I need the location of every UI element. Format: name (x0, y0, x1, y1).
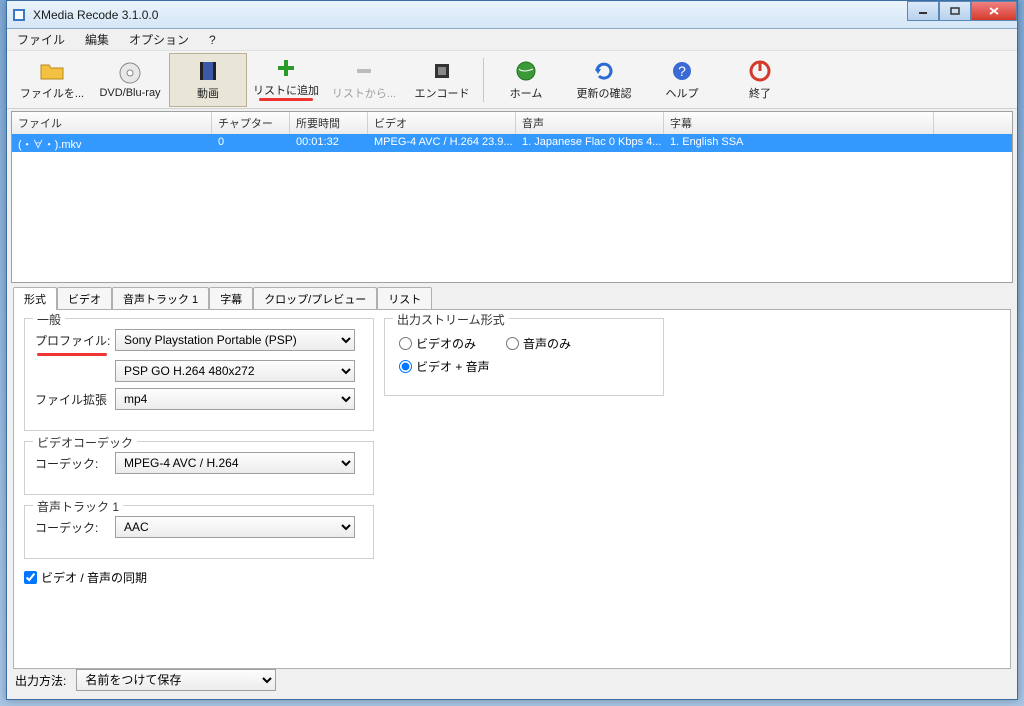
ext-label: ファイル拡張 (35, 391, 115, 408)
file-list-row[interactable]: (・∀・).mkv 0 00:01:32 MPEG-4 AVC / H.264 … (12, 134, 1012, 152)
menu-edit[interactable]: 編集 (81, 29, 113, 50)
refresh-icon (591, 59, 617, 83)
annotation-underline (259, 98, 313, 101)
home-button[interactable]: ホーム (487, 53, 565, 107)
audio-only-radio[interactable]: 音声のみ (506, 335, 571, 352)
tab-video[interactable]: ビデオ (57, 287, 112, 310)
tab-audio1[interactable]: 音声トラック 1 (112, 287, 209, 310)
encode-button[interactable]: エンコード (403, 53, 481, 107)
video-only-radio[interactable]: ビデオのみ (399, 335, 476, 352)
video-button[interactable]: 動画 (169, 53, 247, 107)
col-header-video[interactable]: ビデオ (368, 112, 516, 134)
col-header-audio[interactable]: 音声 (516, 112, 664, 134)
svg-text:?: ? (678, 63, 686, 79)
audio-track-title: 音声トラック 1 (33, 498, 123, 515)
exit-button[interactable]: 終了 (721, 53, 799, 107)
toolbar-separator (483, 58, 485, 102)
cell-sub: 1. English SSA (664, 134, 934, 152)
cell-audio: 1. Japanese Flac 0 Kbps 4... (516, 134, 664, 152)
sync-check-row: ビデオ / 音声の同期 (24, 569, 374, 586)
menu-help[interactable]: ? (205, 31, 220, 49)
folder-open-icon (39, 59, 65, 83)
cell-video: MPEG-4 AVC / H.264 23.9... (368, 134, 516, 152)
video-codec-label: コーデック: (35, 455, 115, 472)
file-list-header: ファイル チャプター 所要時間 ビデオ 音声 字幕 (12, 112, 1012, 134)
tab-sub[interactable]: 字幕 (209, 287, 253, 310)
app-icon (11, 7, 27, 23)
file-list: ファイル チャプター 所要時間 ビデオ 音声 字幕 (・∀・).mkv 0 00… (11, 111, 1013, 283)
general-group: 一般 プロファイル: Sony Playstation Portable (PS… (24, 318, 374, 431)
disc-icon (117, 61, 143, 85)
film-icon (195, 59, 221, 83)
menu-options[interactable]: オプション (125, 29, 193, 50)
video-codec-select[interactable]: MPEG-4 AVC / H.264 (115, 452, 355, 474)
window-buttons (907, 1, 1017, 21)
cell-chapter: 0 (212, 134, 290, 152)
open-file-button[interactable]: ファイルを... (13, 53, 91, 107)
toolbar: ファイルを... DVD/Blu-ray 動画 リストに追加 リストから. (7, 51, 1017, 109)
plus-icon (273, 56, 299, 80)
power-icon (747, 59, 773, 83)
help-icon: ? (669, 59, 695, 83)
menu-file[interactable]: ファイル (13, 29, 69, 50)
remove-from-list-button[interactable]: リストから... (325, 53, 403, 107)
video-audio-radio[interactable]: ビデオ + 音声 (399, 358, 490, 375)
output-method-label: 出力方法: (15, 672, 66, 689)
globe-icon (513, 59, 539, 83)
audio-track-group: 音声トラック 1 コーデック: AAC (24, 505, 374, 559)
output-method-select[interactable]: 名前をつけて保存 (76, 669, 276, 691)
app-window: XMedia Recode 3.1.0.0 ファイル 編集 オプション ? ファ… (6, 0, 1018, 700)
footer: 出力方法: 名前をつけて保存 (15, 669, 276, 691)
sync-checkbox[interactable] (24, 571, 37, 584)
output-stream-group: 出力ストリーム形式 ビデオのみ 音声のみ ビデオ + 音声 (384, 318, 664, 396)
help-button[interactable]: ? ヘルプ (643, 53, 721, 107)
cell-file: (・∀・).mkv (12, 134, 212, 152)
menubar: ファイル 編集 オプション ? (7, 29, 1017, 51)
minimize-button[interactable] (907, 1, 939, 21)
tab-list[interactable]: リスト (377, 287, 432, 310)
profile-label: プロファイル: (35, 332, 115, 349)
sub-profile-select[interactable]: PSP GO H.264 480x272 (115, 360, 355, 382)
profile-select[interactable]: Sony Playstation Portable (PSP) (115, 329, 355, 351)
col-header-file[interactable]: ファイル (12, 112, 212, 134)
tab-crop[interactable]: クロップ/プレビュー (253, 287, 377, 310)
ext-select[interactable]: mp4 (115, 388, 355, 410)
minus-icon (351, 59, 377, 83)
cell-time: 00:01:32 (290, 134, 368, 152)
col-header-sub[interactable]: 字幕 (664, 112, 934, 134)
encode-icon (429, 59, 455, 83)
video-codec-group: ビデオコーデック コーデック: MPEG-4 AVC / H.264 (24, 441, 374, 495)
audio-codec-select[interactable]: AAC (115, 516, 355, 538)
tab-format[interactable]: 形式 (13, 287, 57, 310)
annotation-underline-profile (37, 353, 107, 356)
format-pane: 一般 プロファイル: Sony Playstation Portable (PS… (13, 309, 1011, 669)
add-to-list-button[interactable]: リストに追加 (247, 53, 325, 107)
titlebar: XMedia Recode 3.1.0.0 (7, 1, 1017, 29)
maximize-button[interactable] (939, 1, 971, 21)
disc-button[interactable]: DVD/Blu-ray (91, 53, 169, 107)
video-codec-title: ビデオコーデック (33, 434, 137, 451)
sync-label: ビデオ / 音声の同期 (41, 569, 147, 586)
audio-codec-label: コーデック: (35, 519, 115, 536)
window-title: XMedia Recode 3.1.0.0 (33, 8, 1013, 22)
settings-tabs: 形式 ビデオ 音声トラック 1 字幕 クロップ/プレビュー リスト 一般 プロフ… (13, 287, 1011, 669)
col-header-chapter[interactable]: チャプター (212, 112, 290, 134)
general-title: 一般 (33, 311, 65, 328)
col-header-time[interactable]: 所要時間 (290, 112, 368, 134)
tabstrip: 形式 ビデオ 音声トラック 1 字幕 クロップ/プレビュー リスト (13, 287, 1011, 310)
output-stream-title: 出力ストリーム形式 (393, 311, 509, 328)
close-button[interactable] (971, 1, 1017, 21)
update-button[interactable]: 更新の確認 (565, 53, 643, 107)
